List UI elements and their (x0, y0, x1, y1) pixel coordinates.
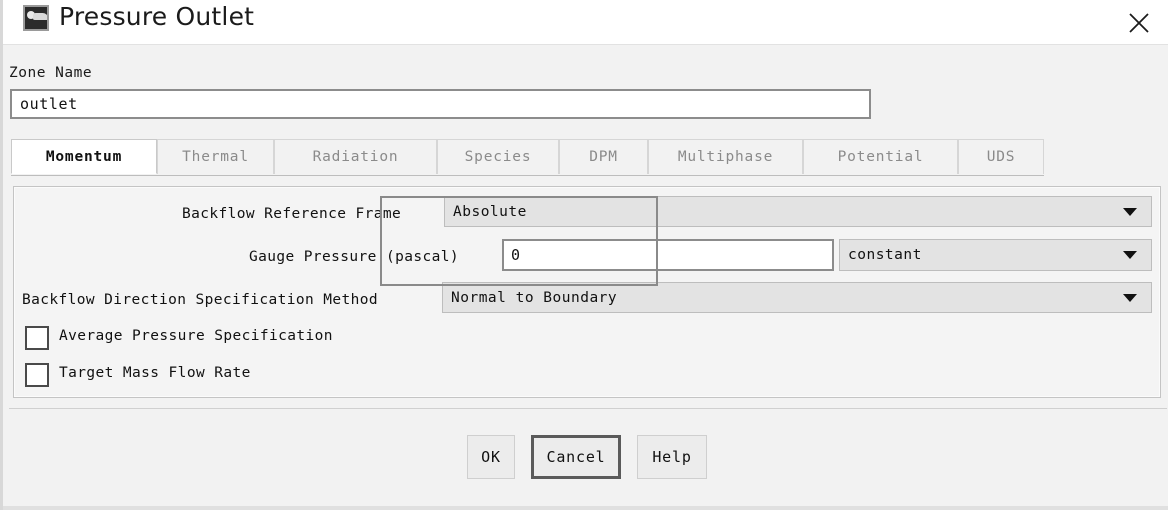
average-pressure-specification-checkbox[interactable] (25, 326, 49, 350)
tab-species[interactable]: Species (437, 139, 559, 174)
tab-uds[interactable]: UDS (958, 139, 1044, 174)
cancel-button[interactable]: Cancel (531, 435, 621, 479)
momentum-panel: Backflow Reference Frame Absolute Gauge … (13, 186, 1161, 398)
zone-name-label: Zone Name (9, 65, 93, 81)
fluent-panel-icon (23, 5, 49, 31)
dialog-titlebar: Pressure Outlet (3, 0, 1168, 45)
tab-momentum[interactable]: Momentum (11, 139, 157, 174)
tab-multiphase[interactable]: Multiphase (648, 139, 803, 174)
footer-divider (9, 408, 1167, 409)
average-pressure-specification-label: Average Pressure Specification (59, 328, 333, 344)
page-title: Pressure Outlet (59, 2, 255, 31)
backflow-reference-frame-label: Backflow Reference Frame (182, 206, 402, 222)
pressure-outlet-dialog: Pressure Outlet Zone Name Momentum Therm… (0, 0, 1168, 510)
gauge-pressure-profile-dropdown[interactable]: constant (839, 239, 1152, 271)
gauge-pressure-profile-value: constant (848, 247, 922, 263)
dialog-bottom-edge (3, 506, 1168, 510)
backflow-reference-frame-value: Absolute (453, 203, 527, 220)
chevron-down-icon (1123, 207, 1137, 216)
chevron-down-icon (1123, 251, 1137, 259)
gauge-pressure-input[interactable] (502, 239, 834, 271)
target-mass-flow-rate-checkbox[interactable] (25, 363, 49, 387)
backflow-direction-dropdown[interactable]: Normal to Boundary (442, 282, 1152, 313)
tab-dpm[interactable]: DPM (559, 139, 648, 174)
gauge-pressure-label: Gauge Pressure (pascal) (249, 249, 459, 265)
chevron-down-icon (1123, 293, 1137, 302)
tab-strip: Momentum Thermal Radiation Species DPM M… (11, 139, 1044, 176)
target-mass-flow-rate-label: Target Mass Flow Rate (59, 365, 251, 381)
tab-thermal[interactable]: Thermal (157, 139, 274, 174)
backflow-reference-frame-dropdown[interactable]: Absolute (444, 196, 1152, 227)
ok-button[interactable]: OK (467, 435, 515, 479)
help-button[interactable]: Help (637, 435, 707, 479)
backflow-direction-value: Normal to Boundary (451, 289, 618, 306)
tab-radiation[interactable]: Radiation (274, 139, 437, 174)
zone-name-input[interactable] (10, 89, 871, 119)
backflow-direction-label: Backflow Direction Specification Method (22, 292, 379, 308)
tab-potential[interactable]: Potential (803, 139, 958, 174)
close-icon[interactable] (1119, 2, 1159, 40)
